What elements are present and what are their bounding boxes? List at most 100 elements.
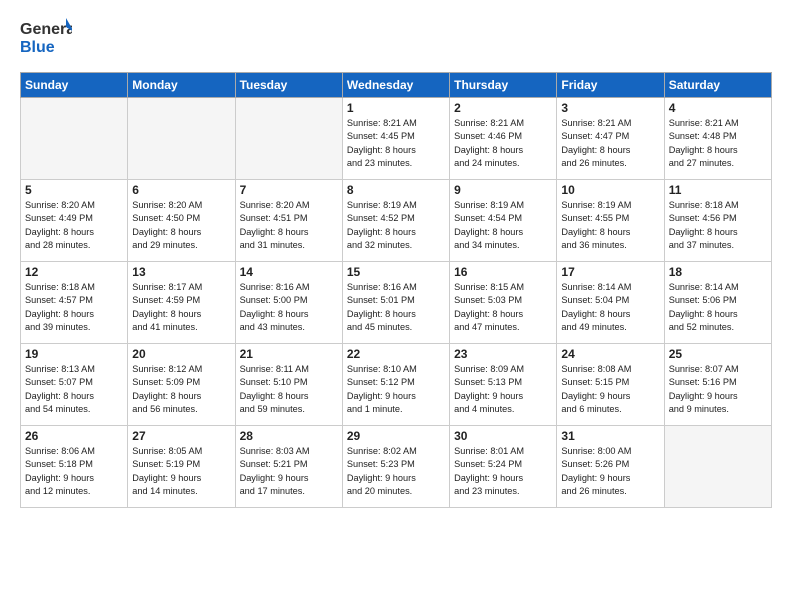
day-info: Sunrise: 8:01 AM Sunset: 5:24 PM Dayligh… [454,445,552,498]
calendar-cell: 20 Sunrise: 8:12 AM Sunset: 5:09 PM Dayli… [128,344,235,426]
day-number: 7 [240,183,338,197]
week-row-0: 1 Sunrise: 8:21 AM Sunset: 4:45 PM Daylig… [21,98,772,180]
day-info: Sunrise: 8:16 AM Sunset: 5:01 PM Dayligh… [347,281,445,334]
weekday-header-monday: Monday [128,73,235,98]
calendar-cell: 1 Sunrise: 8:21 AM Sunset: 4:45 PM Daylig… [342,98,449,180]
day-info: Sunrise: 8:14 AM Sunset: 5:04 PM Dayligh… [561,281,659,334]
day-info: Sunrise: 8:16 AM Sunset: 5:00 PM Dayligh… [240,281,338,334]
calendar-cell: 2 Sunrise: 8:21 AM Sunset: 4:46 PM Daylig… [450,98,557,180]
calendar-cell: 31Sunrise: 8:00 AM Sunset: 5:26 PM Dayli… [557,426,664,508]
calendar-cell: 8 Sunrise: 8:19 AM Sunset: 4:52 PM Daylig… [342,180,449,262]
day-info: Sunrise: 8:19 AM Sunset: 4:54 PM Dayligh… [454,199,552,252]
day-number: 3 [561,101,659,115]
day-number: 21 [240,347,338,361]
day-number: 30 [454,429,552,443]
calendar-page: General Blue SundayMondayTuesdayWednesda… [0,0,792,524]
day-number: 23 [454,347,552,361]
day-number: 17 [561,265,659,279]
calendar-cell: 9 Sunrise: 8:19 AM Sunset: 4:54 PM Daylig… [450,180,557,262]
calendar-cell [664,426,771,508]
day-number: 16 [454,265,552,279]
day-number: 28 [240,429,338,443]
week-row-2: 12 Sunrise: 8:18 AM Sunset: 4:57 PM Dayli… [21,262,772,344]
day-info: Sunrise: 8:21 AM Sunset: 4:47 PM Dayligh… [561,117,659,170]
day-number: 26 [25,429,123,443]
day-info: Sunrise: 8:12 AM Sunset: 5:09 PM Dayligh… [132,363,230,416]
calendar-cell: 4 Sunrise: 8:21 AM Sunset: 4:48 PM Daylig… [664,98,771,180]
calendar-cell: 22 Sunrise: 8:10 AM Sunset: 5:12 PM Dayli… [342,344,449,426]
calendar-cell: 24 Sunrise: 8:08 AM Sunset: 5:15 PM Dayli… [557,344,664,426]
day-number: 29 [347,429,445,443]
day-info: Sunrise: 8:21 AM Sunset: 4:46 PM Dayligh… [454,117,552,170]
day-number: 27 [132,429,230,443]
calendar-cell: 6 Sunrise: 8:20 AM Sunset: 4:50 PM Daylig… [128,180,235,262]
day-number: 22 [347,347,445,361]
calendar-cell: 14 Sunrise: 8:16 AM Sunset: 5:00 PM Dayli… [235,262,342,344]
day-number: 8 [347,183,445,197]
weekday-header-wednesday: Wednesday [342,73,449,98]
calendar-cell [128,98,235,180]
day-info: Sunrise: 8:08 AM Sunset: 5:15 PM Dayligh… [561,363,659,416]
weekday-header-saturday: Saturday [664,73,771,98]
day-number: 5 [25,183,123,197]
calendar-cell: 11Sunrise: 8:18 AM Sunset: 4:56 PM Dayli… [664,180,771,262]
weekday-header-friday: Friday [557,73,664,98]
day-info: Sunrise: 8:13 AM Sunset: 5:07 PM Dayligh… [25,363,123,416]
day-number: 1 [347,101,445,115]
day-info: Sunrise: 8:20 AM Sunset: 4:50 PM Dayligh… [132,199,230,252]
day-info: Sunrise: 8:10 AM Sunset: 5:12 PM Dayligh… [347,363,445,416]
calendar-cell: 25Sunrise: 8:07 AM Sunset: 5:16 PM Dayli… [664,344,771,426]
calendar-cell: 12 Sunrise: 8:18 AM Sunset: 4:57 PM Dayli… [21,262,128,344]
calendar-table: SundayMondayTuesdayWednesdayThursdayFrid… [20,72,772,508]
calendar-cell: 21 Sunrise: 8:11 AM Sunset: 5:10 PM Dayli… [235,344,342,426]
day-info: Sunrise: 8:07 AM Sunset: 5:16 PM Dayligh… [669,363,767,416]
day-info: Sunrise: 8:15 AM Sunset: 5:03 PM Dayligh… [454,281,552,334]
calendar-cell: 7 Sunrise: 8:20 AM Sunset: 4:51 PM Daylig… [235,180,342,262]
day-info: Sunrise: 8:21 AM Sunset: 4:48 PM Dayligh… [669,117,767,170]
day-info: Sunrise: 8:02 AM Sunset: 5:23 PM Dayligh… [347,445,445,498]
day-number: 13 [132,265,230,279]
day-number: 9 [454,183,552,197]
calendar-cell: 27Sunrise: 8:05 AM Sunset: 5:19 PM Dayli… [128,426,235,508]
day-number: 2 [454,101,552,115]
day-number: 14 [240,265,338,279]
calendar-cell [235,98,342,180]
weekday-header-row: SundayMondayTuesdayWednesdayThursdayFrid… [21,73,772,98]
day-number: 20 [132,347,230,361]
calendar-cell: 5 Sunrise: 8:20 AM Sunset: 4:49 PM Daylig… [21,180,128,262]
day-number: 4 [669,101,767,115]
calendar-cell: 3 Sunrise: 8:21 AM Sunset: 4:47 PM Daylig… [557,98,664,180]
svg-text:Blue: Blue [20,39,55,56]
calendar-cell: 13Sunrise: 8:17 AM Sunset: 4:59 PM Dayli… [128,262,235,344]
calendar-cell [21,98,128,180]
day-number: 15 [347,265,445,279]
day-info: Sunrise: 8:06 AM Sunset: 5:18 PM Dayligh… [25,445,123,498]
day-number: 10 [561,183,659,197]
calendar-cell: 28 Sunrise: 8:03 AM Sunset: 5:21 PM Dayli… [235,426,342,508]
week-row-1: 5 Sunrise: 8:20 AM Sunset: 4:49 PM Daylig… [21,180,772,262]
day-info: Sunrise: 8:20 AM Sunset: 4:49 PM Dayligh… [25,199,123,252]
day-number: 6 [132,183,230,197]
day-info: Sunrise: 8:18 AM Sunset: 4:57 PM Dayligh… [25,281,123,334]
day-number: 12 [25,265,123,279]
day-info: Sunrise: 8:09 AM Sunset: 5:13 PM Dayligh… [454,363,552,416]
calendar-cell: 18 Sunrise: 8:14 AM Sunset: 5:06 PM Dayli… [664,262,771,344]
day-info: Sunrise: 8:03 AM Sunset: 5:21 PM Dayligh… [240,445,338,498]
day-info: Sunrise: 8:19 AM Sunset: 4:55 PM Dayligh… [561,199,659,252]
day-info: Sunrise: 8:20 AM Sunset: 4:51 PM Dayligh… [240,199,338,252]
calendar-cell: 19 Sunrise: 8:13 AM Sunset: 5:07 PM Dayli… [21,344,128,426]
day-info: Sunrise: 8:19 AM Sunset: 4:52 PM Dayligh… [347,199,445,252]
calendar-cell: 23 Sunrise: 8:09 AM Sunset: 5:13 PM Dayli… [450,344,557,426]
weekday-header-tuesday: Tuesday [235,73,342,98]
svg-text:General: General [20,21,72,38]
logo: General Blue [20,16,72,60]
day-number: 19 [25,347,123,361]
week-row-3: 19 Sunrise: 8:13 AM Sunset: 5:07 PM Dayli… [21,344,772,426]
day-info: Sunrise: 8:21 AM Sunset: 4:45 PM Dayligh… [347,117,445,170]
day-number: 24 [561,347,659,361]
day-info: Sunrise: 8:18 AM Sunset: 4:56 PM Dayligh… [669,199,767,252]
day-info: Sunrise: 8:14 AM Sunset: 5:06 PM Dayligh… [669,281,767,334]
day-info: Sunrise: 8:11 AM Sunset: 5:10 PM Dayligh… [240,363,338,416]
day-number: 18 [669,265,767,279]
logo-svg: General Blue [20,16,72,60]
